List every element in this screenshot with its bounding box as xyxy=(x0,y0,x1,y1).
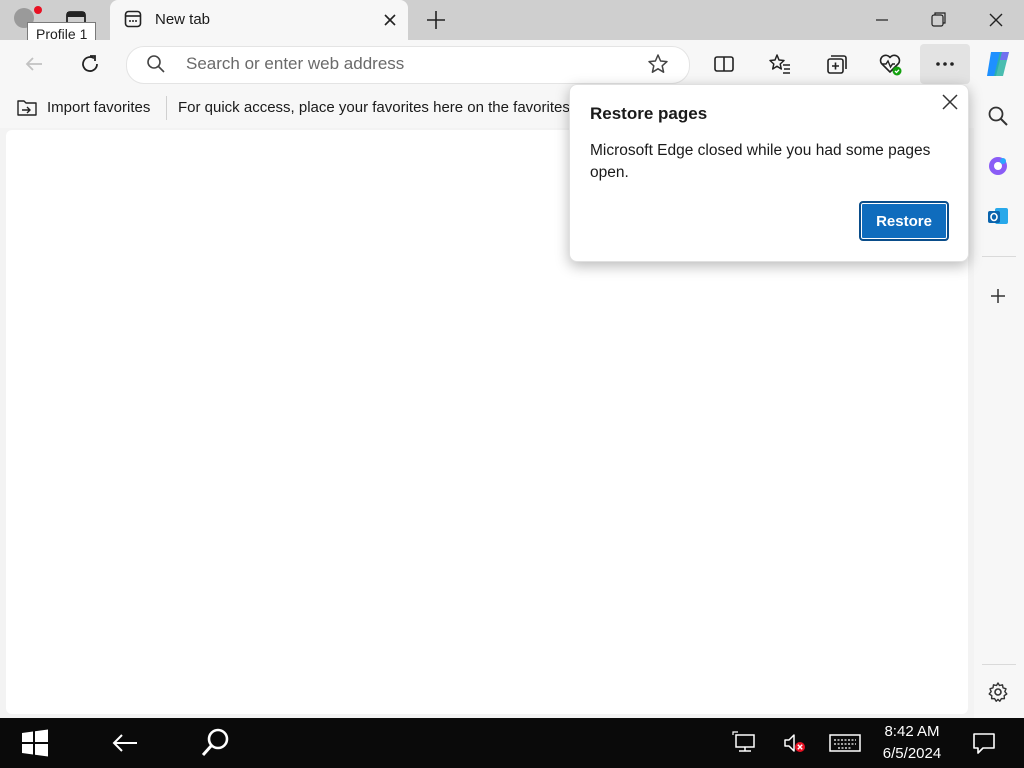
outlook-icon xyxy=(988,208,1008,224)
tab-close-button[interactable] xyxy=(378,8,402,32)
search-icon xyxy=(201,728,229,757)
profile-notification-dot xyxy=(34,6,42,14)
sidebar-add-button[interactable] xyxy=(986,284,1010,308)
import-favorites-link[interactable]: Import favorites xyxy=(47,99,150,116)
sidebar-copilot-button[interactable] xyxy=(986,154,1010,178)
import-favorites-icon[interactable] xyxy=(16,97,38,117)
back-arrow-icon xyxy=(112,734,137,752)
tab-title: New tab xyxy=(155,11,211,28)
back-arrow-icon xyxy=(25,57,42,71)
edge-sidebar xyxy=(974,88,1024,718)
minimize-button[interactable] xyxy=(862,6,902,34)
sidebar-settings-button[interactable] xyxy=(986,680,1010,704)
copilot-icon xyxy=(989,157,1007,175)
taskbar-search-button[interactable] xyxy=(198,725,234,761)
restore-window-button[interactable] xyxy=(918,6,958,34)
sidebar-outlook-button[interactable] xyxy=(986,204,1010,228)
search-icon xyxy=(146,54,166,74)
notification-icon xyxy=(973,733,995,754)
taskbar xyxy=(0,718,1024,768)
dialog-message: Microsoft Edge closed while you had some… xyxy=(590,142,931,181)
gear-icon xyxy=(988,682,1008,702)
browser-essentials-button[interactable] xyxy=(876,50,904,78)
action-center-button[interactable] xyxy=(970,730,998,756)
dialog-close-button[interactable] xyxy=(938,90,962,114)
split-screen-button[interactable] xyxy=(710,50,738,78)
volume-muted-icon[interactable] xyxy=(782,731,808,755)
taskbar-clock-time[interactable]: 8:42 AM xyxy=(872,723,952,740)
favorites-divider xyxy=(166,96,167,120)
add-favorite-button[interactable] xyxy=(646,52,670,76)
search-icon xyxy=(988,106,1008,126)
refresh-button[interactable] xyxy=(76,50,104,78)
windows-logo-icon xyxy=(22,729,48,757)
network-icon[interactable] xyxy=(732,731,758,755)
sidebar-search-button[interactable] xyxy=(986,104,1010,128)
touch-keyboard-icon[interactable] xyxy=(828,732,862,754)
back-button[interactable] xyxy=(20,50,48,78)
copilot-icon xyxy=(987,52,1009,76)
close-icon xyxy=(942,94,958,110)
sidebar-divider xyxy=(982,256,1016,257)
heart-pulse-icon xyxy=(879,54,902,76)
close-icon xyxy=(384,14,396,26)
restore-window-icon xyxy=(931,12,946,27)
settings-and-more-button[interactable] xyxy=(920,44,970,84)
favorites-icon xyxy=(769,54,790,74)
collections-icon xyxy=(827,55,847,74)
dialog-title: Restore pages xyxy=(590,104,708,123)
restore-button[interactable]: Restore xyxy=(859,201,949,241)
start-button[interactable] xyxy=(18,727,52,759)
plus-icon xyxy=(427,11,445,29)
copilot-button[interactable] xyxy=(982,48,1014,80)
plus-icon xyxy=(991,289,1005,303)
favorites-button[interactable] xyxy=(766,50,794,78)
star-icon xyxy=(648,54,668,73)
favorites-bar-hint: For quick access, place your favorites h… xyxy=(178,99,570,116)
new-tab-button[interactable] xyxy=(422,6,450,34)
sidebar-divider xyxy=(982,664,1016,665)
more-horizontal-icon xyxy=(936,62,954,66)
close-window-button[interactable] xyxy=(976,6,1016,34)
split-screen-icon xyxy=(714,56,734,72)
new-tab-icon xyxy=(124,10,142,28)
address-input[interactable] xyxy=(186,52,626,76)
taskbar-clock-date[interactable]: 6/5/2024 xyxy=(872,745,952,762)
collections-button[interactable] xyxy=(822,50,850,78)
refresh-icon xyxy=(82,55,98,72)
taskbar-back-button[interactable] xyxy=(108,727,142,759)
close-icon xyxy=(989,13,1003,27)
minimize-icon xyxy=(876,19,888,21)
